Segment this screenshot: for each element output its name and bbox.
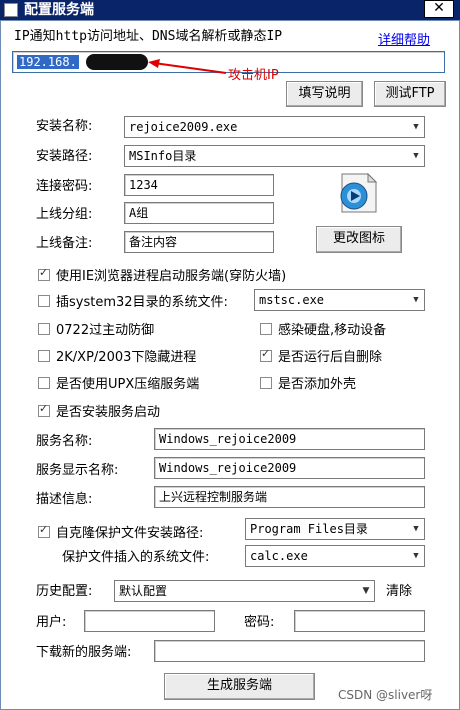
hide-process-label: 2K/XP/2003下隐藏进程 [56,350,197,365]
password-label: 连接密码: [36,179,93,194]
checkbox-box [38,294,50,307]
app-icon [4,3,18,17]
redaction-mark [86,54,148,70]
note-label: 上线备注: [36,236,93,251]
change-icon-button[interactable]: 更改图标 [316,226,402,253]
system32-file-value: mstsc.exe [259,293,325,307]
install-name-value: rejoice2009.exe [129,120,238,134]
install-path-label: 安装路径: [36,149,93,164]
hide-process-checkbox[interactable]: 2K/XP/2003下隐藏进程 [38,346,196,365]
title-bar: 配置服务端 ✕ [0,0,460,20]
checkbox-box [260,376,272,389]
window-title: 配置服务端 [24,2,94,18]
close-button[interactable]: ✕ [424,0,454,18]
install-path-value: MSInfo目录 [129,149,197,163]
download-input[interactable] [154,640,425,662]
system32-file-select[interactable]: mstsc.exe ▼ [254,289,425,311]
ie-process-checkbox[interactable]: 使用IE浏览器进程启动服务端(穿防火墙) [38,265,286,284]
install-path-select[interactable]: MSInfo目录 ▼ [124,145,425,167]
checkbox-box [38,402,50,417]
chevron-down-icon: ▼ [413,551,419,561]
insert-file-value: calc.exe [250,549,308,563]
clone-protect-checkbox[interactable]: 自克隆保护文件安装路径: [38,522,203,541]
ip-annotation: 攻击机IP [228,68,279,83]
checkbox-box [38,349,50,362]
watermark: CSDN @sliver呀 [338,688,433,702]
history-label: 历史配置: [36,584,93,599]
checkbox-box [38,376,50,389]
test-ftp-button[interactable]: 测试FTP [374,81,446,107]
self-delete-label: 是否运行后自删除 [278,350,383,365]
ie-process-label: 使用IE浏览器进程启动服务端(穿防火墙) [56,269,287,284]
service-name-label: 服务名称: [36,434,93,449]
group-label: 上线分组: [36,207,93,222]
user-label: 用户: [36,615,67,630]
chevron-down-icon: ▼ [413,122,419,132]
service-display-label: 服务显示名称: [36,463,119,478]
group-input[interactable]: A组 [124,202,274,224]
chevron-down-icon: ▼ [413,295,419,305]
add-shell-checkbox[interactable]: 是否添加外壳 [260,373,356,392]
chevron-down-icon: ▼ [413,151,419,161]
ip-address-value: 192.168. [17,55,79,69]
upx-checkbox[interactable]: 是否使用UPX压缩服务端 [38,373,199,392]
server-program-icon [340,172,378,213]
account-password-label: 密码: [244,615,275,630]
service-display-input[interactable]: Windows_rejoice2009 [154,457,425,479]
chevron-down-icon: ▼ [413,524,419,534]
insert-file-label: 保护文件插入的系统文件: [62,550,210,565]
checkbox-box [260,347,272,362]
install-service-checkbox[interactable]: 是否安装服务启动 [38,401,160,420]
history-select[interactable]: 默认配置 ▼ [114,580,375,602]
clone-path-value: Program Files目录 [250,522,368,536]
chevron-down-icon: ▼ [362,586,370,596]
checkbox-box [38,266,50,281]
fill-instructions-button[interactable]: 填写说明 [286,81,363,107]
add-shell-label: 是否添加外壳 [278,377,357,392]
install-name-select[interactable]: rejoice2009.exe ▼ [124,116,425,138]
service-name-input[interactable]: Windows_rejoice2009 [154,428,425,450]
install-service-label: 是否安装服务启动 [56,405,161,420]
active-defense-label: 0722过主动防御 [56,323,155,338]
generate-server-button[interactable]: 生成服务端 [164,673,315,700]
checkbox-box [38,322,50,335]
note-input[interactable]: 备注内容 [124,231,274,253]
description-input[interactable]: 上兴远程控制服务端 [154,486,425,508]
install-name-label: 安装名称: [36,119,93,134]
active-defense-checkbox[interactable]: 0722过主动防御 [38,319,154,338]
infect-disk-checkbox[interactable]: 感染硬盘,移动设备 [260,319,386,338]
description-label: 描述信息: [36,492,93,507]
self-delete-checkbox[interactable]: 是否运行后自删除 [260,346,382,365]
clone-path-select[interactable]: Program Files目录 ▼ [245,518,425,540]
insert-file-select[interactable]: calc.exe ▼ [245,545,425,567]
checkbox-box [38,523,50,538]
help-link[interactable]: 详细帮助 [378,29,430,48]
upx-label: 是否使用UPX压缩服务端 [56,377,200,392]
system32-label: 插system32目录的系统文件: [56,295,228,310]
annotation-arrow [148,59,227,74]
clear-history-button[interactable]: 清除 [386,583,412,601]
download-label: 下载新的服务端: [36,645,132,660]
password-input[interactable]: 1234 [124,174,274,196]
infect-disk-label: 感染硬盘,移动设备 [278,323,387,338]
clone-protect-label: 自克隆保护文件安装路径: [56,526,204,541]
checkbox-box [260,322,272,335]
ip-prompt-label: IP通知http访问地址、DNS域名解析或静态IP [14,29,283,44]
history-value: 默认配置 [119,584,168,598]
system32-checkbox[interactable]: 插system32目录的系统文件: [38,291,228,310]
account-password-input[interactable] [294,610,425,632]
user-input[interactable] [84,610,215,632]
